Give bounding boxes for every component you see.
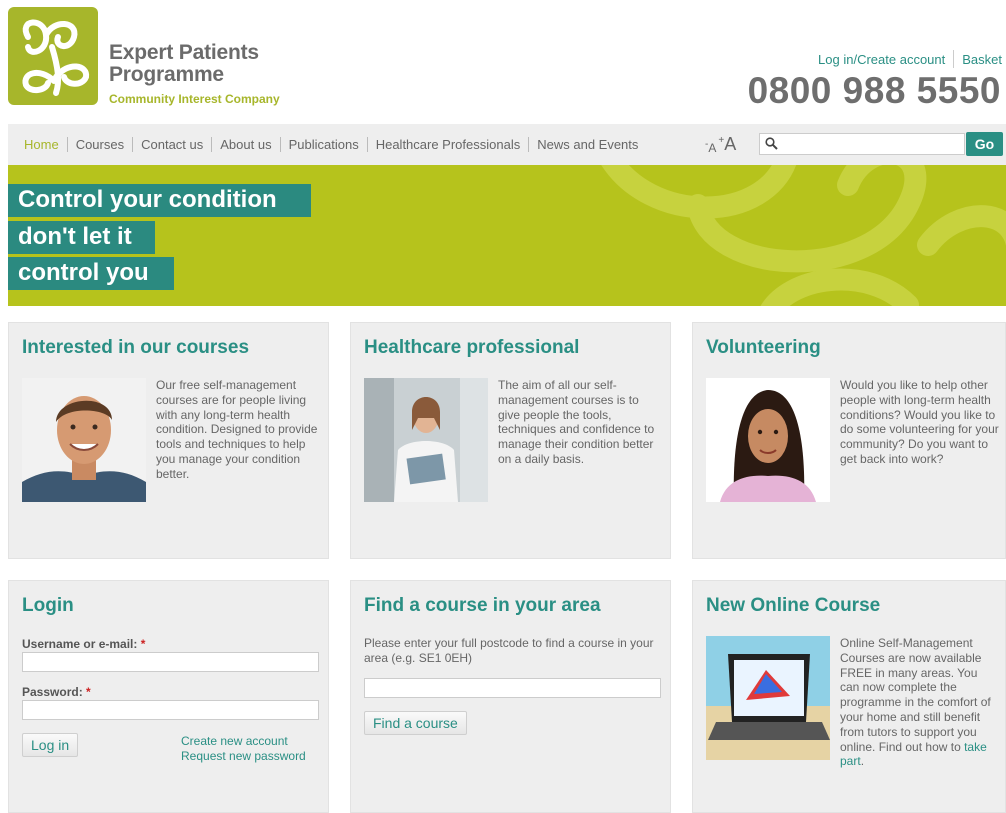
site-subtitle: Community Interest Company bbox=[109, 92, 280, 106]
phone-number: 0800 988 5550 bbox=[747, 70, 1001, 111]
nurse-photo[interactable] bbox=[364, 378, 488, 502]
required-marker: * bbox=[86, 685, 91, 699]
postcode-input[interactable] bbox=[364, 678, 661, 698]
username-input[interactable] bbox=[22, 652, 319, 672]
nav-item-courses[interactable]: Courses bbox=[68, 137, 134, 152]
nav-item-healthcare-professionals[interactable]: Healthcare Professionals bbox=[368, 137, 530, 152]
search-go-button[interactable]: Go bbox=[966, 132, 1003, 156]
banner-headline-line-3: control you bbox=[8, 257, 174, 290]
nav-item-contact-us[interactable]: Contact us bbox=[133, 137, 213, 152]
volunteering-panel-text: Would you like to help other people with… bbox=[840, 378, 999, 466]
link-divider bbox=[953, 50, 955, 68]
healthcare-panel-text: The aim of all our self-management cours… bbox=[498, 378, 655, 466]
nav-item-about-us[interactable]: About us bbox=[212, 137, 281, 152]
laptop-on-beach-photo[interactable] bbox=[706, 636, 830, 760]
main-nav: Home Courses Contact us About us Publica… bbox=[24, 137, 646, 152]
search-box bbox=[759, 133, 965, 155]
courses-panel: Interested in our courses Our free self-… bbox=[8, 322, 329, 559]
request-password-link[interactable]: Request new password bbox=[181, 749, 306, 764]
basket-link[interactable]: Basket bbox=[962, 52, 1002, 67]
account-help-links: Create new account Request new password bbox=[181, 734, 306, 763]
main-navbar: Home Courses Contact us About us Publica… bbox=[8, 124, 1006, 165]
find-course-panel: Find a course in your area Please enter … bbox=[350, 580, 671, 813]
woman-portrait-photo[interactable] bbox=[706, 378, 830, 502]
find-course-button[interactable]: Find a course bbox=[364, 711, 467, 735]
password-input[interactable] bbox=[22, 700, 319, 720]
search-input[interactable] bbox=[784, 135, 962, 153]
healthcare-professional-panel: Healthcare professional The aim of all o… bbox=[350, 322, 671, 559]
login-create-account-link[interactable]: Log in/Create account bbox=[818, 52, 945, 67]
password-label: Password: * bbox=[22, 685, 91, 699]
search-icon bbox=[765, 137, 778, 150]
hero-banner: Control your condition don't let it cont… bbox=[8, 165, 1006, 306]
find-course-instructions: Please enter your full postcode to find … bbox=[364, 636, 654, 665]
find-course-panel-title: Find a course in your area bbox=[364, 595, 601, 616]
login-panel-title: Login bbox=[22, 595, 74, 616]
banner-headline-line-1: Control your condition bbox=[8, 184, 311, 217]
online-course-panel: New Online Course Online Self-Management… bbox=[692, 580, 1006, 813]
login-panel: Login Username or e-mail: * Password: * … bbox=[8, 580, 329, 813]
courses-panel-title[interactable]: Interested in our courses bbox=[22, 337, 249, 359]
required-marker: * bbox=[140, 637, 146, 651]
logo-mark[interactable] bbox=[8, 7, 98, 105]
text-smaller-button[interactable]: -A bbox=[705, 139, 716, 155]
leaf-logo-icon bbox=[22, 19, 90, 96]
banner-headline-line-2: don't let it bbox=[8, 221, 155, 254]
healthcare-panel-title[interactable]: Healthcare professional bbox=[364, 337, 579, 359]
volunteering-panel: Volunteering Would you like to help othe… bbox=[692, 322, 1006, 559]
login-button[interactable]: Log in bbox=[22, 733, 79, 757]
text-larger-button[interactable]: +A bbox=[718, 134, 736, 155]
nav-item-news-and-events[interactable]: News and Events bbox=[529, 137, 646, 152]
man-portrait-photo[interactable] bbox=[22, 378, 146, 502]
nav-item-home[interactable]: Home bbox=[24, 137, 68, 152]
volunteering-panel-title[interactable]: Volunteering bbox=[706, 337, 821, 359]
online-course-text: Online Self-Management Courses are now a… bbox=[840, 636, 991, 769]
courses-panel-text: Our free self-management courses are for… bbox=[156, 378, 318, 481]
create-account-link[interactable]: Create new account bbox=[181, 734, 306, 749]
online-course-panel-title[interactable]: New Online Course bbox=[706, 595, 880, 617]
nav-item-publications[interactable]: Publications bbox=[281, 137, 368, 152]
site-name[interactable]: Expert Patients Programme bbox=[109, 42, 259, 86]
text-size-controls: -A +A bbox=[705, 134, 736, 155]
account-links: Log in/Create account Basket bbox=[818, 50, 1002, 68]
username-label: Username or e-mail: * bbox=[22, 637, 146, 651]
